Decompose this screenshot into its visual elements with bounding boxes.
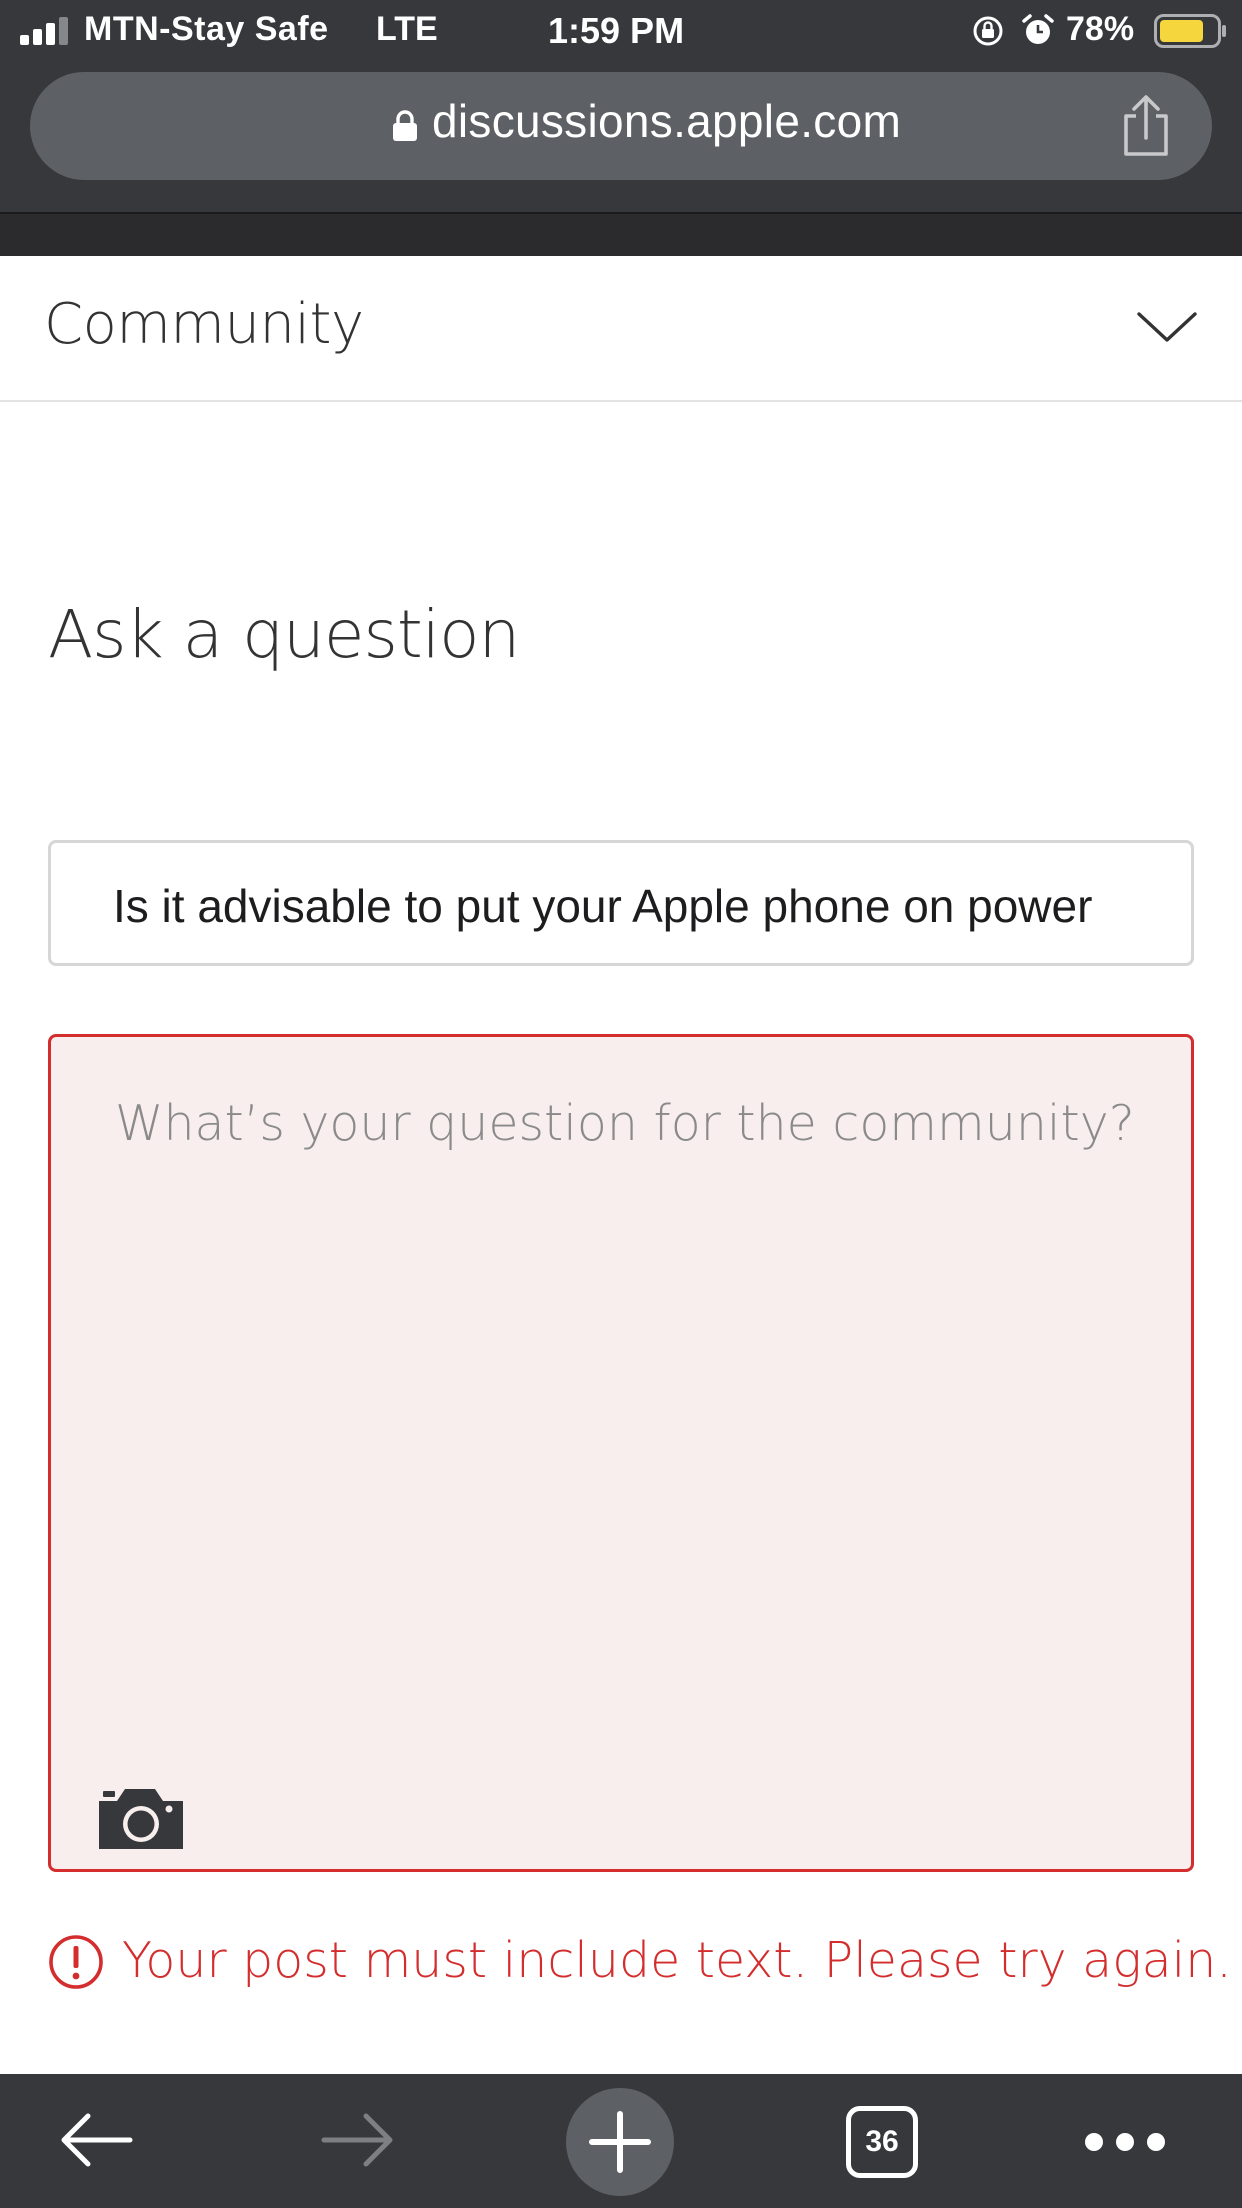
plus-icon xyxy=(589,2111,651,2173)
url-text: discussions.apple.com xyxy=(432,95,902,147)
battery-percent: 78% xyxy=(1066,10,1135,48)
back-icon[interactable] xyxy=(56,2108,136,2172)
lock-icon xyxy=(393,110,417,141)
more-icon[interactable] xyxy=(1082,2122,1168,2162)
community-label: Community xyxy=(44,292,364,357)
share-icon[interactable] xyxy=(1116,94,1176,158)
page-title: Ask a question xyxy=(48,596,520,673)
status-bar: MTN-Stay Safe LTE 1:59 PM 78% xyxy=(0,0,1242,62)
address-bar[interactable]: discussions.apple.com xyxy=(30,72,1212,180)
signal-strength-icon xyxy=(20,17,72,45)
subject-input[interactable]: Is it advisable to put your Apple phone … xyxy=(48,840,1194,966)
network-type: LTE xyxy=(376,10,438,48)
camera-icon[interactable] xyxy=(95,1785,187,1851)
browser-bottom-toolbar: 36 xyxy=(0,2074,1242,2208)
carrier-name: MTN-Stay Safe xyxy=(84,10,329,48)
alarm-icon xyxy=(1022,14,1054,44)
chevron-down-icon[interactable] xyxy=(1136,308,1198,348)
error-text: Your post must include text. Please try … xyxy=(122,1932,1232,1989)
chrome-divider xyxy=(0,212,1242,256)
battery-icon xyxy=(1154,14,1226,48)
question-body-placeholder: What’s your question for the community? xyxy=(115,1095,1135,1152)
error-icon xyxy=(49,1935,103,1989)
community-nav[interactable]: Community xyxy=(0,256,1242,402)
forward-icon[interactable] xyxy=(318,2108,398,2172)
new-tab-button[interactable] xyxy=(566,2088,674,2196)
subject-input-value: Is it advisable to put your Apple phone … xyxy=(113,880,1093,932)
tabs-count-button[interactable]: 36 xyxy=(846,2106,918,2178)
question-body-textarea[interactable]: What’s your question for the community? xyxy=(48,1034,1194,1872)
status-time: 1:59 PM xyxy=(548,10,685,51)
browser-top-chrome: MTN-Stay Safe LTE 1:59 PM 78% discussion… xyxy=(0,0,1242,212)
orientation-lock-icon xyxy=(973,16,1003,46)
error-message: Your post must include text. Please try … xyxy=(48,1928,1232,1992)
